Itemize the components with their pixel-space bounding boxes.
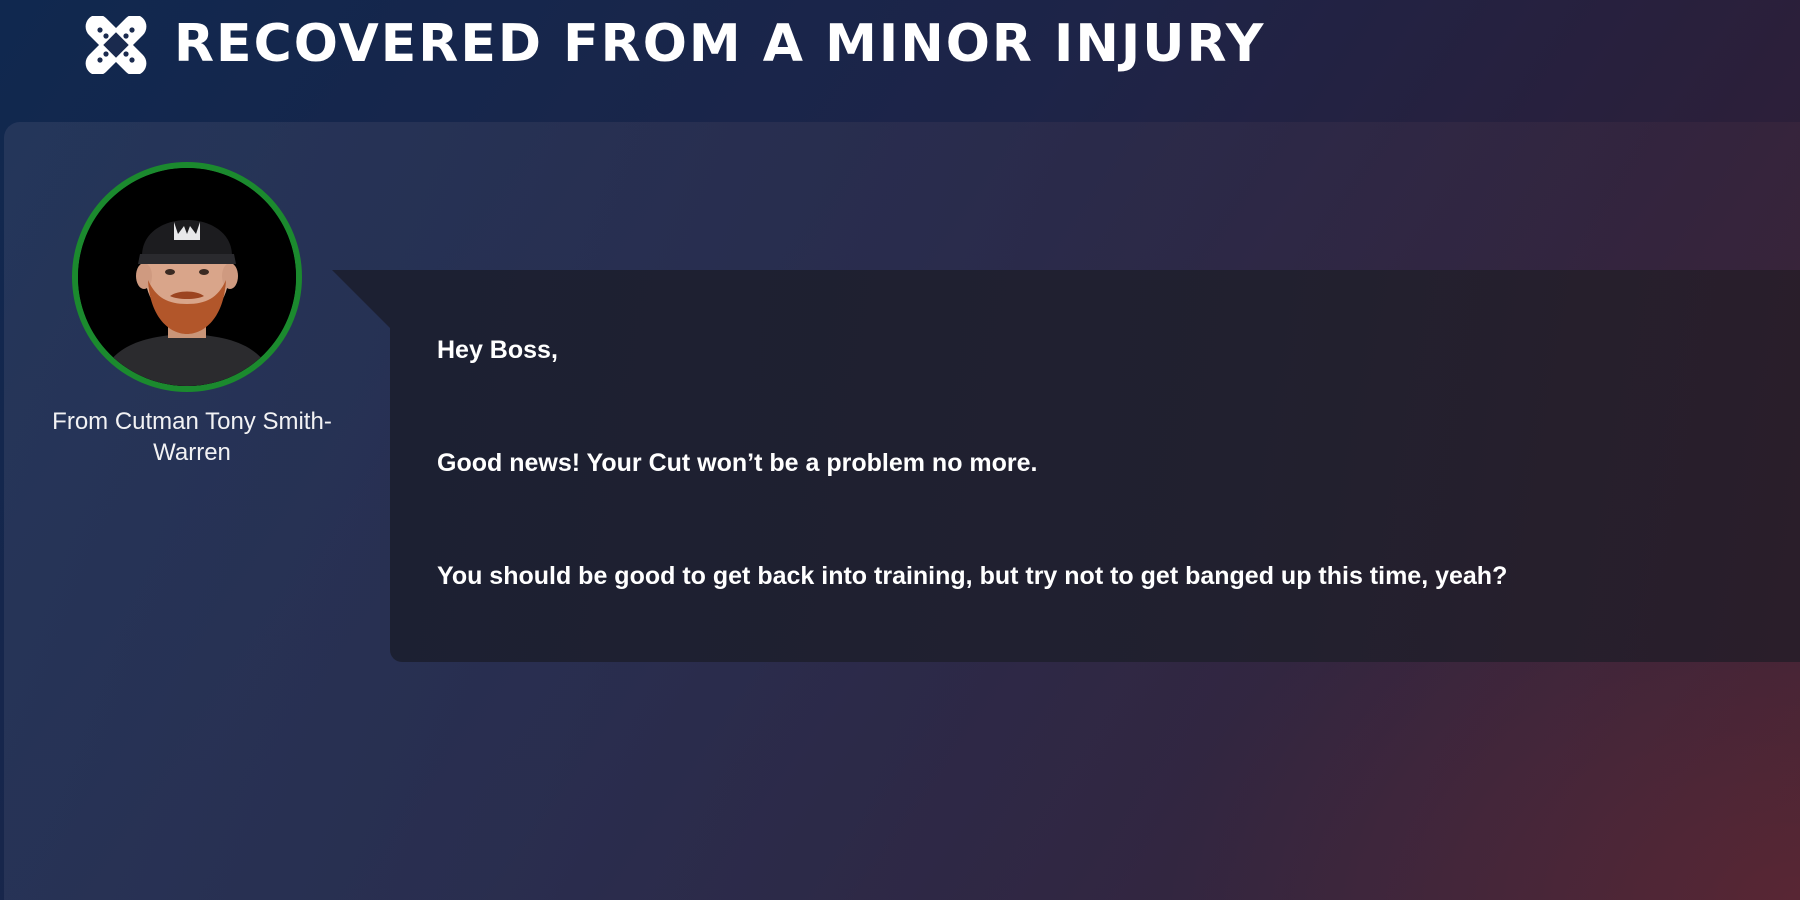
message-line: You should be good to get back into trai… bbox=[437, 562, 1508, 590]
sender-name: From Cutman Tony Smith-Warren bbox=[52, 408, 332, 466]
header: RECOVERED FROM A MINOR INJURY bbox=[0, 0, 1800, 122]
bandage-icon bbox=[84, 14, 148, 76]
avatar bbox=[72, 162, 302, 392]
speech-bubble-tail bbox=[332, 270, 392, 330]
page-title: RECOVERED FROM A MINOR INJURY bbox=[174, 14, 1266, 74]
message-body: Hey Boss, Good news! Your Cut won’t be a… bbox=[390, 270, 1800, 662]
message-line: Good news! Your Cut won’t be a problem n… bbox=[437, 449, 1038, 477]
message-greeting: Hey Boss, bbox=[437, 336, 558, 364]
